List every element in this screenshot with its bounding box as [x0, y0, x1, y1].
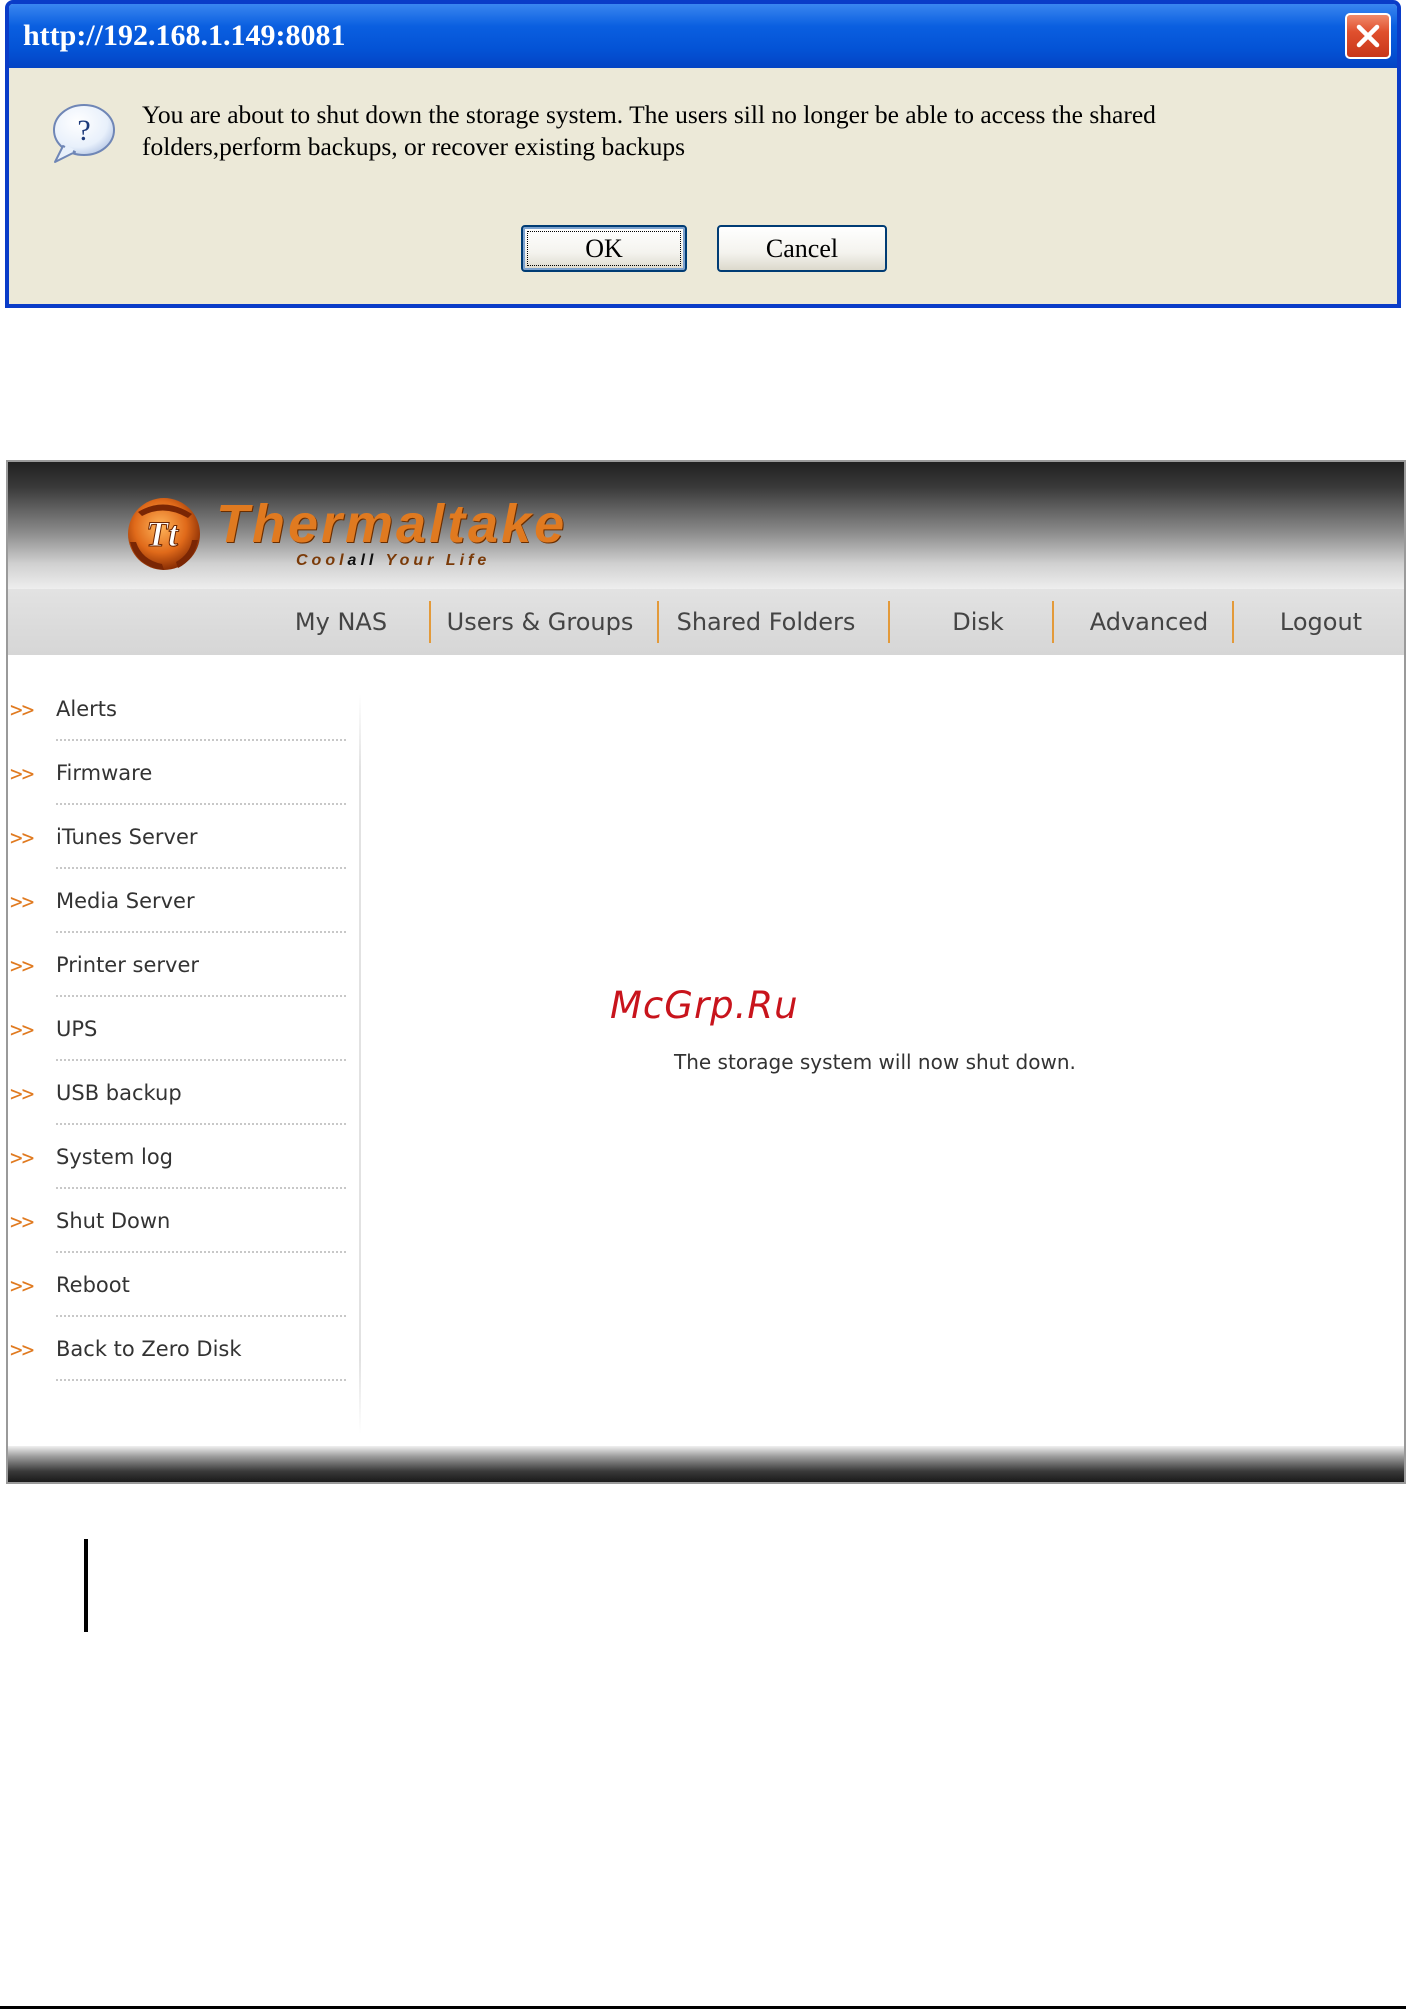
top-nav: My NAS Users & Groups Shared Folders Dis…	[8, 589, 1404, 655]
sidebar-item-printer-server[interactable]: >> Printer server	[8, 950, 348, 1014]
nav-separator	[657, 601, 659, 643]
svg-text:?: ?	[77, 114, 90, 147]
dotted-divider	[56, 995, 346, 997]
dotted-divider	[56, 931, 346, 933]
confirm-dialog: http://192.168.1.149:8081 ? You are abou…	[5, 0, 1401, 308]
sidebar-item-label: Back to Zero Disk	[56, 1337, 242, 1361]
sidebar-item-label: iTunes Server	[56, 825, 198, 849]
sidebar-item-label: Firmware	[56, 761, 153, 785]
sidebar-item-system-log[interactable]: >> System log	[8, 1142, 348, 1206]
sidebar-arrow-icon: >>	[10, 1082, 34, 1106]
sidebar-arrow-icon: >>	[10, 890, 34, 914]
close-button[interactable]	[1345, 13, 1391, 59]
sidebar-arrow-icon: >>	[10, 698, 34, 722]
cancel-button[interactable]: Cancel	[717, 225, 887, 272]
sidebar-arrow-icon: >>	[10, 1146, 34, 1170]
sidebar-arrow-icon: >>	[10, 1018, 34, 1042]
sidebar-item-usb-backup[interactable]: >> USB backup	[8, 1078, 348, 1142]
brand-tagline: Coolall Your Life	[296, 552, 490, 570]
sidebar-item-label: Printer server	[56, 953, 200, 977]
sidebar-item-shut-down[interactable]: >> Shut Down	[8, 1206, 348, 1270]
ok-button[interactable]: OK	[521, 225, 687, 272]
dialog-message: You are about to shut down the storage s…	[142, 100, 1156, 161]
nav-separator	[1052, 601, 1054, 643]
sidebar-item-media-server[interactable]: >> Media Server	[8, 886, 348, 950]
dotted-divider	[56, 1059, 346, 1061]
dotted-divider	[56, 1315, 346, 1317]
dotted-divider	[56, 1187, 346, 1189]
nav-logout[interactable]: Logout	[1248, 589, 1394, 655]
dotted-divider	[56, 1379, 346, 1381]
dotted-divider	[56, 1251, 346, 1253]
sidebar-item-label: Media Server	[56, 889, 195, 913]
dialog-title: http://192.168.1.149:8081	[23, 19, 346, 52]
focus-ring	[527, 231, 681, 266]
dotted-divider	[56, 739, 346, 741]
sidebar-item-label: Reboot	[56, 1273, 130, 1297]
tagline-highlight: all	[347, 552, 378, 569]
nas-header: Tt Thermaltake Coolall Your Life	[8, 462, 1404, 589]
shutdown-message: The storage system will now shut down.	[674, 1050, 1076, 1074]
tt-logo-icon: Tt	[128, 498, 200, 570]
sidebar-item-reboot[interactable]: >> Reboot	[8, 1270, 348, 1334]
tagline-pre: Cool	[296, 552, 348, 569]
sidebar-divider	[359, 694, 361, 1434]
page-bottom-rule	[0, 2006, 1406, 2009]
cancel-button-label: Cancel	[765, 233, 839, 263]
watermark: McGrp.Ru	[610, 984, 799, 1027]
dotted-divider	[56, 803, 346, 805]
sidebar-item-label: System log	[56, 1145, 173, 1169]
sidebar-item-label: Alerts	[56, 697, 117, 721]
nav-shared-folders[interactable]: Shared Folders	[674, 589, 858, 655]
logo-mark-text: Tt	[146, 514, 179, 554]
nav-my-nas[interactable]: My NAS	[276, 589, 406, 655]
nav-separator	[888, 601, 890, 643]
close-icon	[1356, 24, 1380, 48]
sidebar-item-back-to-zero-disk[interactable]: >> Back to Zero Disk	[8, 1334, 348, 1398]
sidebar-arrow-icon: >>	[10, 1210, 34, 1234]
nav-advanced[interactable]: Advanced	[1070, 589, 1228, 655]
sidebar-item-alerts[interactable]: >> Alerts	[8, 694, 348, 758]
tagline-post: Your Life	[385, 552, 491, 569]
nav-users-groups[interactable]: Users & Groups	[444, 589, 636, 655]
sidebar-arrow-icon: >>	[10, 954, 34, 978]
brand-logo: Tt Thermaltake Coolall Your Life	[118, 490, 567, 574]
nas-web-ui: Tt Thermaltake Coolall Your Life My NAS …	[6, 460, 1406, 1484]
sidebar-arrow-icon: >>	[10, 762, 34, 786]
nav-separator	[1232, 601, 1234, 643]
dialog-body: ? You are about to shut down the storage…	[9, 68, 1397, 304]
dialog-titlebar[interactable]: http://192.168.1.149:8081	[9, 4, 1397, 68]
sidebar-item-itunes-server[interactable]: >> iTunes Server	[8, 822, 348, 886]
change-bar	[84, 1539, 88, 1632]
sidebar-item-label: Shut Down	[56, 1209, 171, 1233]
brand-text: Thermaltake Coolall Your Life	[216, 490, 568, 569]
nas-footer	[8, 1446, 1404, 1482]
sidebar-item-firmware[interactable]: >> Firmware	[8, 758, 348, 822]
sidebar-item-label: UPS	[56, 1017, 98, 1041]
advanced-sidebar: >> Alerts >> Firmware >> iTunes Server >…	[8, 694, 360, 1440]
dotted-divider	[56, 1123, 346, 1125]
sidebar-arrow-icon: >>	[10, 826, 34, 850]
brand-name: Thermaltake	[216, 494, 568, 554]
sidebar-item-label: USB backup	[56, 1081, 182, 1105]
nav-separator	[429, 601, 431, 643]
dotted-divider	[56, 867, 346, 869]
question-icon: ?	[53, 104, 115, 163]
sidebar-arrow-icon: >>	[10, 1274, 34, 1298]
sidebar-item-ups[interactable]: >> UPS	[8, 1014, 348, 1078]
sidebar-arrow-icon: >>	[10, 1338, 34, 1362]
nav-disk[interactable]: Disk	[904, 589, 1052, 655]
